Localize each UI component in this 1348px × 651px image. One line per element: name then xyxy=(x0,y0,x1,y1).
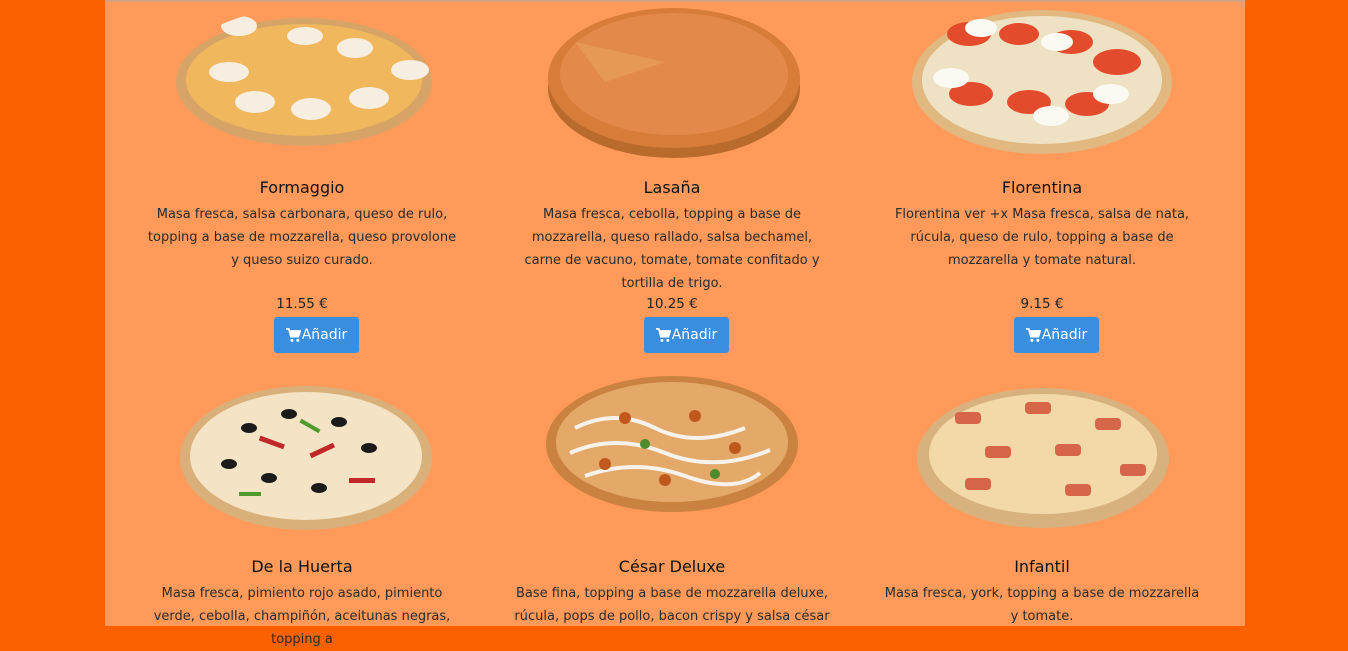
pizza-image xyxy=(180,386,432,530)
product-title: Infantil xyxy=(1014,557,1070,576)
menu-panel: Formaggio Masa fresca, salsa carbonara, … xyxy=(105,0,1245,647)
product-title: Formaggio xyxy=(259,178,345,197)
product-title: De la Huerta xyxy=(251,557,353,576)
button-label: Añadir xyxy=(1041,327,1088,343)
product-title: Lasaña xyxy=(643,178,701,197)
product-price: 10.25 € xyxy=(646,296,698,312)
product-description: Masa fresca, york, topping a base de moz… xyxy=(884,586,1200,624)
button-label: Añadir xyxy=(671,327,718,343)
pizza-image xyxy=(912,10,1172,154)
pizza-image xyxy=(546,376,798,512)
add-to-cart-button[interactable]: Añadir xyxy=(1014,317,1099,353)
cart-icon xyxy=(655,327,671,342)
product-description: Masa fresca, cebolla, topping a base de … xyxy=(524,207,820,291)
product-description: Masa fresca, salsa carbonara, queso de r… xyxy=(147,207,457,268)
product-description: Florentina ver +x Masa fresca, salsa de … xyxy=(894,207,1190,268)
product-price: 11.55 € xyxy=(276,296,328,312)
add-to-cart-button[interactable]: Añadir xyxy=(274,317,359,353)
add-to-cart-button[interactable]: Añadir xyxy=(644,317,729,353)
pizza-image xyxy=(176,16,432,146)
pizza-image xyxy=(548,8,800,158)
cart-icon xyxy=(1025,327,1041,342)
product-description: Masa fresca, pimiento rojo asado, pimien… xyxy=(153,586,451,647)
product-price: 9.15 € xyxy=(1020,296,1064,312)
pizza-image xyxy=(917,388,1169,528)
cart-icon xyxy=(285,327,301,342)
product-title: Florentina xyxy=(1001,178,1083,197)
product-title: César Deluxe xyxy=(618,557,726,576)
product-description: Base fina, topping a base de mozzarella … xyxy=(514,586,830,624)
button-label: Añadir xyxy=(301,327,348,343)
